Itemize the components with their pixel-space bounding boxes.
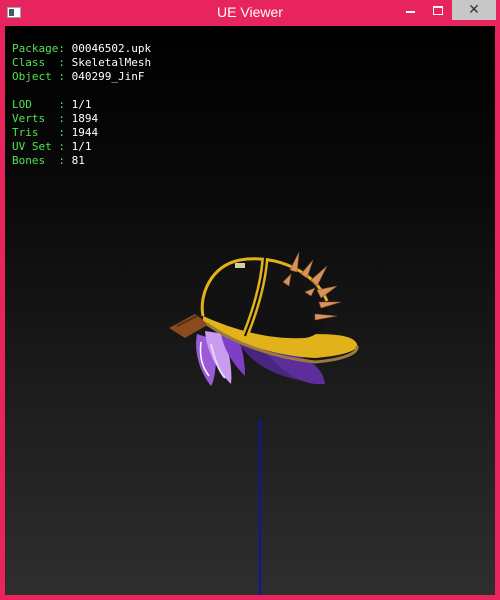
minimize-button[interactable] bbox=[396, 0, 424, 20]
verts-value: 1894 bbox=[71, 112, 99, 125]
app-window: UE Viewer ✕ Package: 00046502.upk Class … bbox=[0, 0, 500, 600]
uvset-value: 1/1 bbox=[71, 140, 92, 153]
title-bar[interactable]: UE Viewer ✕ bbox=[0, 0, 500, 26]
object-value: 040299_JinF bbox=[71, 70, 145, 83]
maximize-icon bbox=[433, 6, 443, 15]
verts-line: Verts : 1894 bbox=[12, 112, 98, 126]
class-label: Class : bbox=[12, 56, 65, 69]
bones-label: Bones : bbox=[12, 154, 65, 167]
lod-line: LOD : 1/1 bbox=[12, 98, 91, 112]
uvset-label: UV Set : bbox=[12, 140, 65, 153]
mesh-model[interactable] bbox=[155, 216, 365, 396]
tris-value: 1944 bbox=[71, 126, 99, 139]
verts-label: Verts : bbox=[12, 112, 65, 125]
lod-value: 1/1 bbox=[71, 98, 92, 111]
uvset-line: UV Set : 1/1 bbox=[12, 140, 91, 154]
lod-label: LOD : bbox=[12, 98, 65, 111]
object-label: Object : bbox=[12, 70, 65, 83]
tris-line: Tris : 1944 bbox=[12, 126, 98, 140]
package-line: Package: 00046502.upk bbox=[12, 42, 151, 56]
3d-viewport[interactable]: Package: 00046502.upk Class : SkeletalMe… bbox=[5, 26, 495, 595]
bones-line: Bones : 81 bbox=[12, 154, 85, 168]
close-icon: ✕ bbox=[468, 2, 480, 18]
close-button[interactable]: ✕ bbox=[452, 0, 496, 20]
minimize-icon bbox=[405, 10, 415, 13]
axis-line bbox=[259, 420, 261, 595]
class-line: Class : SkeletalMesh bbox=[12, 56, 151, 70]
package-value: 00046502.upk bbox=[71, 42, 152, 55]
object-line: Object : 040299_JinF bbox=[12, 70, 144, 84]
tris-label: Tris : bbox=[12, 126, 65, 139]
maximize-button[interactable] bbox=[424, 0, 452, 20]
bones-value: 81 bbox=[71, 154, 85, 167]
class-value: SkeletalMesh bbox=[71, 56, 152, 69]
package-label: Package: bbox=[12, 42, 65, 55]
